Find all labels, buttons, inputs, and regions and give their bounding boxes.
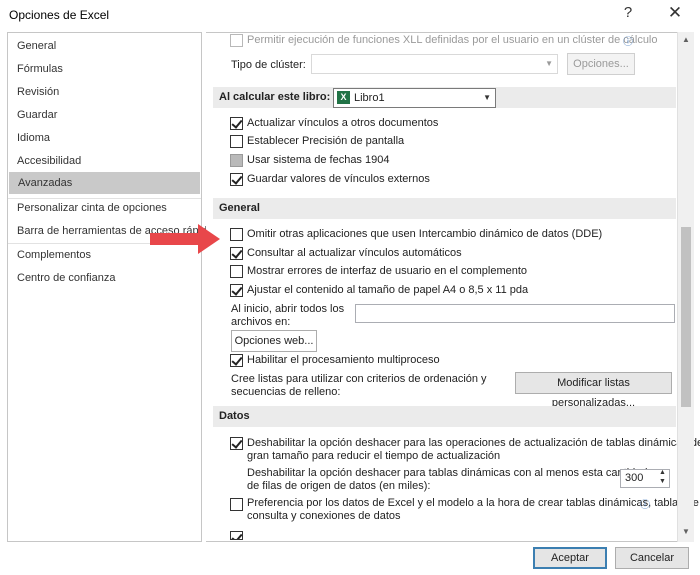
cluster-type-dropdown[interactable]: ▼ [311,54,558,74]
undo-rows-label-line1: Deshabilitar la opción deshacer para tab… [247,467,648,479]
dialog-footer: Aceptar Cancelar [0,542,700,575]
help-button[interactable]: ? [617,4,639,21]
update-links-label: Actualizar vínculos a otros documentos [247,117,439,129]
cancel-button[interactable]: Cancelar [615,547,689,569]
scale-paper-label: Ajustar el contenido al tamaño de papel … [247,284,529,296]
excel-workbook-icon: X [337,91,350,104]
update-links-checkbox[interactable] [230,117,243,130]
undo-large-pivot-label-line1: Deshabilitar la opción deshacer para las… [247,437,700,449]
info-icon: ⓘ [640,500,650,511]
edit-custom-lists-button[interactable]: Modificar listas personalizadas... [515,372,672,409]
undo-rows-value: 300 [625,472,644,484]
workbook-value: Libro1 [354,92,385,104]
workbook-dropdown[interactable]: X Libro1 ▼ [333,88,496,108]
spinner-arrows-icon[interactable]: ▲ ▼ [659,468,666,486]
nav-item-idioma[interactable]: Idioma [8,127,201,149]
excel-data-model-label-line1: Preferencia por los datos de Excel y el … [247,497,699,509]
scroll-thumb[interactable] [681,227,691,407]
ask-update-links-label: Consultar al actualizar vínculos automát… [247,247,462,259]
nav-item-revision[interactable]: Revisión [8,81,201,103]
nav-item-guardar[interactable]: Guardar [8,104,201,126]
info-icon: ⓘ [623,37,633,48]
nav-item-accesibilidad[interactable]: Accesibilidad [8,150,201,172]
xll-cluster-label: Permitir ejecución de funciones XLL defi… [247,34,658,46]
accept-button[interactable]: Aceptar [533,547,607,569]
ignore-dde-checkbox[interactable] [230,228,243,241]
nav-item-personalizar-cinta[interactable]: Personalizar cinta de opciones [8,197,201,219]
red-arrow-icon [150,224,220,254]
custom-lists-label-line2: secuencias de relleno: [231,386,341,398]
nav-item-avanzadas[interactable]: Avanzadas [9,172,200,194]
undo-large-pivot-checkbox[interactable] [230,437,243,450]
startup-label-line2: archivos en: [231,316,291,328]
startup-folder-input[interactable] [355,304,675,323]
data-section-header: Datos [213,406,676,427]
nav-item-formulas[interactable]: Fórmulas [8,58,201,80]
date-1904-label: Usar sistema de fechas 1904 [247,154,390,166]
external-links-checkbox[interactable] [230,173,243,186]
general-section-header: General [213,198,676,219]
scroll-up-icon[interactable]: ▲ [681,35,691,45]
date-1904-checkbox[interactable] [230,154,243,167]
calc-section-title: Al calcular este libro: [219,91,331,103]
undo-rows-label-line2: de filas de origen de datos (en miles): [247,480,431,492]
xll-cluster-checkbox[interactable] [230,34,243,47]
excel-data-model-checkbox[interactable] [230,498,243,511]
cluster-options-button[interactable]: Opciones... [567,53,635,75]
window-title: Opciones de Excel [9,8,110,22]
web-options-button[interactable]: Opciones web... [231,330,317,352]
nav-item-general[interactable]: General [8,35,201,57]
ask-update-links-checkbox[interactable] [230,247,243,260]
custom-lists-label-line1: Cree listas para utilizar con criterios … [231,373,487,385]
precision-label: Establecer Precisión de pantalla [247,135,405,147]
cluster-type-label: Tipo de clúster: [231,59,306,71]
ignore-dde-label: Omitir otras aplicaciones que usen Inter… [247,228,603,240]
chevron-down-icon: ▼ [483,93,491,102]
undo-rows-spinner[interactable]: 300 ▲ ▼ [620,469,670,488]
external-links-label: Guardar valores de vínculos externos [247,173,430,185]
multiprocess-checkbox[interactable] [230,354,243,367]
excel-data-model-label-line2: consulta y conexiones de datos [247,510,401,522]
multiprocess-label: Habilitar el procesamiento multiproceso [247,354,440,366]
title-bar: Opciones de Excel ? ✕ [0,0,700,30]
scale-paper-checkbox[interactable] [230,284,243,297]
content-scrollbar[interactable]: ▲ ▼ [677,32,694,542]
precision-checkbox[interactable] [230,135,243,148]
addin-errors-checkbox[interactable] [230,265,243,278]
chevron-down-icon: ▼ [545,59,553,68]
undo-large-pivot-label-line2: gran tamaño para reducir el tiempo de ac… [247,450,501,462]
startup-label-line1: Al inicio, abrir todos los [231,303,345,315]
nav-item-centro-confianza[interactable]: Centro de confianza [8,267,201,289]
addin-errors-label: Mostrar errores de interfaz de usuario e… [247,265,528,277]
next-option-checkbox[interactable] [230,531,243,540]
scroll-down-icon[interactable]: ▼ [681,527,691,537]
options-nav: General Fórmulas Revisión Guardar Idioma… [7,32,213,542]
close-button[interactable]: ✕ [664,3,686,23]
